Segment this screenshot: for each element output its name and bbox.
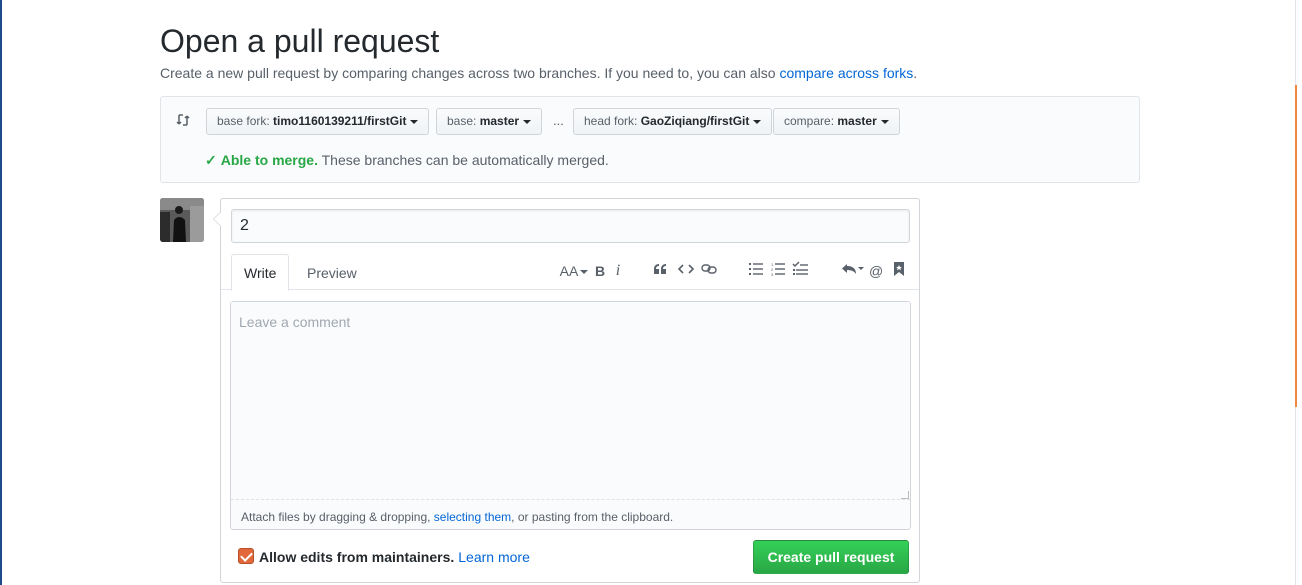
- git-compare-icon: [175, 112, 191, 128]
- tabs-divider: [221, 289, 919, 290]
- merge-message: These branches can be automatically merg…: [321, 152, 609, 168]
- compare-branch-value: master: [837, 114, 877, 128]
- right-scroll-edge: [1295, 0, 1302, 585]
- code-icon: [678, 264, 694, 274]
- reply-icon: [842, 264, 864, 274]
- caret-down-icon: [753, 119, 762, 124]
- base-fork-label: base fork:: [217, 114, 270, 128]
- list-unordered-icon: [749, 263, 763, 275]
- link-tool[interactable]: [701, 262, 717, 282]
- saved-reply-tool[interactable]: [893, 261, 905, 281]
- task-list-tool[interactable]: [792, 260, 808, 280]
- base-branch-value: master: [479, 114, 520, 128]
- bookmark-icon: [894, 262, 904, 276]
- head-fork-label: head fork:: [584, 114, 638, 128]
- list-ordered-icon: 123: [771, 262, 785, 276]
- compare-range-box: base fork: timo1160139211/firstGit base:…: [160, 96, 1140, 183]
- bold-icon: B: [594, 263, 606, 279]
- attach-hint: Attach files by dragging & dropping, sel…: [241, 510, 673, 524]
- base-branch-label: base:: [447, 114, 477, 128]
- comment-area: Attach files by dragging & dropping, sel…: [230, 301, 911, 530]
- caret-down-icon: [580, 270, 589, 275]
- check-icon: ✓: [205, 152, 217, 168]
- base-fork-value: timo1160139211/firstGit: [273, 114, 407, 128]
- head-fork-value: GaoZiqiang/firstGit: [640, 114, 750, 128]
- quote-icon: [654, 264, 666, 274]
- subtitle-end: .: [913, 65, 918, 81]
- merge-status: ✓ Able to merge. These branches can be au…: [205, 152, 609, 169]
- quote-tool[interactable]: [653, 262, 667, 282]
- link-icon: [701, 264, 717, 274]
- allow-edits-label: Allow edits from maintainers.: [259, 549, 455, 565]
- subtitle-text: Create a new pull request by comparing c…: [160, 65, 776, 81]
- compare-branch-select[interactable]: compare: master: [773, 108, 900, 135]
- page-title: Open a pull request: [160, 23, 440, 59]
- page-subtitle: Create a new pull request by comparing c…: [160, 64, 917, 82]
- mention-icon: @: [869, 263, 884, 279]
- ordered-list-tool[interactable]: 123: [771, 262, 785, 282]
- range-ellipsis: ...: [553, 113, 564, 128]
- mention-tool[interactable]: @: [869, 261, 883, 281]
- heading-tool[interactable]: AA: [559, 261, 589, 281]
- unordered-list-tool[interactable]: [749, 262, 763, 282]
- merge-ok-text: Able to merge.: [220, 152, 318, 168]
- attach-suffix: , or pasting from the clipboard.: [511, 510, 674, 524]
- italic-tool[interactable]: i: [613, 261, 623, 281]
- scroll-accent: [1295, 85, 1297, 407]
- select-files-link[interactable]: selecting them: [434, 510, 511, 524]
- learn-more-link[interactable]: Learn more: [458, 549, 530, 565]
- svg-text:3: 3: [771, 272, 774, 276]
- caret-down-icon: [880, 119, 889, 124]
- text-size-icon: AA: [559, 263, 579, 279]
- avatar[interactable]: [160, 198, 204, 242]
- allow-edits-checkbox[interactable]: [238, 548, 254, 564]
- resize-handle[interactable]: [901, 491, 909, 499]
- head-fork-select[interactable]: head fork: GaoZiqiang/firstGit: [573, 108, 773, 135]
- reply-tool[interactable]: [841, 262, 865, 282]
- code-tool[interactable]: [678, 262, 694, 282]
- comment-textarea[interactable]: [231, 302, 910, 500]
- tab-preview[interactable]: Preview: [295, 255, 369, 292]
- base-fork-select[interactable]: base fork: timo1160139211/firstGit: [206, 108, 430, 135]
- bold-tool[interactable]: B: [594, 261, 606, 281]
- compare-branch-label: compare:: [784, 114, 835, 128]
- create-pull-request-button[interactable]: Create pull request: [753, 540, 909, 574]
- pull-request-form: Write Preview AA B i 123 @ Attach files …: [213, 198, 920, 583]
- caret-down-icon: [410, 119, 419, 124]
- attach-prefix: Attach files by dragging & dropping,: [241, 510, 434, 524]
- allow-edits-row: Allow edits from maintainers. Learn more: [238, 548, 530, 565]
- compare-across-forks-link[interactable]: compare across forks: [779, 65, 913, 81]
- pr-title-input[interactable]: [231, 209, 910, 243]
- tab-write[interactable]: Write: [231, 254, 290, 291]
- caret-down-icon: [523, 119, 532, 124]
- tasklist-icon: [792, 261, 808, 275]
- base-branch-select[interactable]: base: master: [436, 108, 543, 135]
- italic-icon: i: [615, 262, 621, 279]
